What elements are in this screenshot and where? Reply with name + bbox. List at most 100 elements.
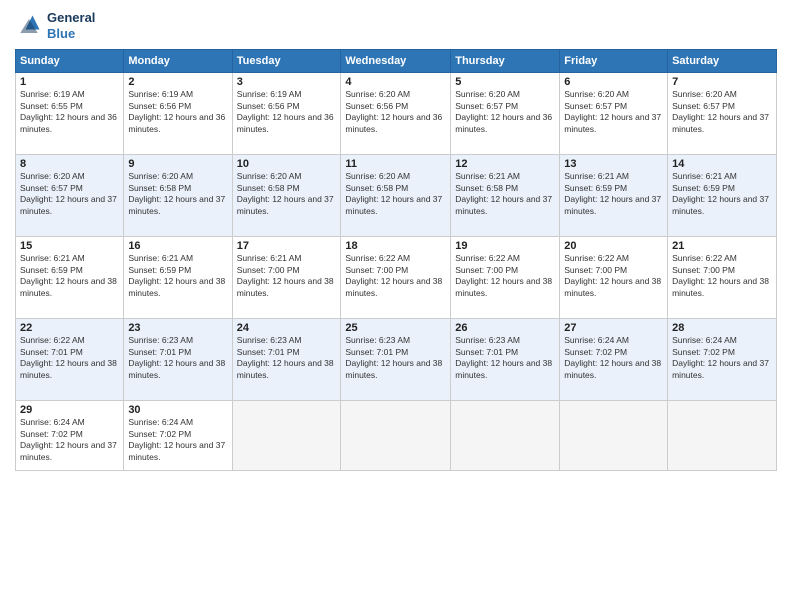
calendar-cell: 22 Sunrise: 6:22 AMSunset: 7:01 PMDaylig… (16, 319, 124, 401)
day-info: Sunrise: 6:20 AMSunset: 6:57 PMDaylight:… (564, 89, 663, 135)
logo: General Blue (15, 10, 95, 41)
calendar-cell: 15 Sunrise: 6:21 AMSunset: 6:59 PMDaylig… (16, 237, 124, 319)
day-number: 4 (345, 76, 446, 88)
day-info: Sunrise: 6:23 AMSunset: 7:01 PMDaylight:… (128, 335, 227, 381)
logo-text: General Blue (47, 10, 95, 41)
day-number: 27 (564, 322, 663, 334)
calendar: SundayMondayTuesdayWednesdayThursdayFrid… (15, 49, 777, 471)
day-info: Sunrise: 6:21 AMSunset: 6:58 PMDaylight:… (455, 171, 555, 217)
day-number: 28 (672, 322, 772, 334)
day-info: Sunrise: 6:20 AMSunset: 6:57 PMDaylight:… (455, 89, 555, 135)
day-number: 22 (20, 322, 119, 334)
calendar-cell: 16 Sunrise: 6:21 AMSunset: 6:59 PMDaylig… (124, 237, 232, 319)
calendar-cell (451, 401, 560, 471)
day-number: 21 (672, 240, 772, 252)
calendar-cell: 11 Sunrise: 6:20 AMSunset: 6:58 PMDaylig… (341, 155, 451, 237)
day-number: 6 (564, 76, 663, 88)
day-number: 1 (20, 76, 119, 88)
calendar-cell: 6 Sunrise: 6:20 AMSunset: 6:57 PMDayligh… (560, 73, 668, 155)
day-number: 2 (128, 76, 227, 88)
calendar-cell: 4 Sunrise: 6:20 AMSunset: 6:56 PMDayligh… (341, 73, 451, 155)
calendar-week-row: 22 Sunrise: 6:22 AMSunset: 7:01 PMDaylig… (16, 319, 777, 401)
day-number: 20 (564, 240, 663, 252)
calendar-week-row: 15 Sunrise: 6:21 AMSunset: 6:59 PMDaylig… (16, 237, 777, 319)
calendar-cell: 23 Sunrise: 6:23 AMSunset: 7:01 PMDaylig… (124, 319, 232, 401)
calendar-cell: 28 Sunrise: 6:24 AMSunset: 7:02 PMDaylig… (668, 319, 777, 401)
day-header: Monday (124, 50, 232, 73)
day-header: Wednesday (341, 50, 451, 73)
day-info: Sunrise: 6:21 AMSunset: 7:00 PMDaylight:… (237, 253, 337, 299)
day-info: Sunrise: 6:21 AMSunset: 6:59 PMDaylight:… (20, 253, 119, 299)
page: General Blue SundayMondayTuesdayWednesda… (0, 0, 792, 612)
day-info: Sunrise: 6:22 AMSunset: 7:00 PMDaylight:… (564, 253, 663, 299)
day-info: Sunrise: 6:24 AMSunset: 7:02 PMDaylight:… (128, 417, 227, 463)
calendar-cell: 20 Sunrise: 6:22 AMSunset: 7:00 PMDaylig… (560, 237, 668, 319)
day-info: Sunrise: 6:20 AMSunset: 6:58 PMDaylight:… (345, 171, 446, 217)
day-number: 14 (672, 158, 772, 170)
calendar-cell: 19 Sunrise: 6:22 AMSunset: 7:00 PMDaylig… (451, 237, 560, 319)
day-info: Sunrise: 6:20 AMSunset: 6:56 PMDaylight:… (345, 89, 446, 135)
day-header: Saturday (668, 50, 777, 73)
day-number: 16 (128, 240, 227, 252)
calendar-cell: 21 Sunrise: 6:22 AMSunset: 7:00 PMDaylig… (668, 237, 777, 319)
day-number: 8 (20, 158, 119, 170)
day-info: Sunrise: 6:19 AMSunset: 6:56 PMDaylight:… (128, 89, 227, 135)
calendar-cell: 2 Sunrise: 6:19 AMSunset: 6:56 PMDayligh… (124, 73, 232, 155)
day-number: 9 (128, 158, 227, 170)
day-info: Sunrise: 6:20 AMSunset: 6:57 PMDaylight:… (20, 171, 119, 217)
calendar-cell: 25 Sunrise: 6:23 AMSunset: 7:01 PMDaylig… (341, 319, 451, 401)
day-info: Sunrise: 6:23 AMSunset: 7:01 PMDaylight:… (345, 335, 446, 381)
calendar-cell (232, 401, 341, 471)
day-number: 10 (237, 158, 337, 170)
day-info: Sunrise: 6:22 AMSunset: 7:00 PMDaylight:… (455, 253, 555, 299)
day-number: 29 (20, 404, 119, 416)
calendar-cell: 12 Sunrise: 6:21 AMSunset: 6:58 PMDaylig… (451, 155, 560, 237)
day-number: 26 (455, 322, 555, 334)
day-number: 19 (455, 240, 555, 252)
calendar-cell: 10 Sunrise: 6:20 AMSunset: 6:58 PMDaylig… (232, 155, 341, 237)
calendar-cell: 9 Sunrise: 6:20 AMSunset: 6:58 PMDayligh… (124, 155, 232, 237)
day-number: 3 (237, 76, 337, 88)
day-header: Sunday (16, 50, 124, 73)
day-info: Sunrise: 6:19 AMSunset: 6:55 PMDaylight:… (20, 89, 119, 135)
day-number: 30 (128, 404, 227, 416)
calendar-cell: 26 Sunrise: 6:23 AMSunset: 7:01 PMDaylig… (451, 319, 560, 401)
calendar-week-row: 8 Sunrise: 6:20 AMSunset: 6:57 PMDayligh… (16, 155, 777, 237)
calendar-cell (668, 401, 777, 471)
calendar-cell: 3 Sunrise: 6:19 AMSunset: 6:56 PMDayligh… (232, 73, 341, 155)
day-info: Sunrise: 6:20 AMSunset: 6:58 PMDaylight:… (237, 171, 337, 217)
day-info: Sunrise: 6:21 AMSunset: 6:59 PMDaylight:… (672, 171, 772, 217)
day-header: Thursday (451, 50, 560, 73)
day-info: Sunrise: 6:23 AMSunset: 7:01 PMDaylight:… (237, 335, 337, 381)
day-number: 7 (672, 76, 772, 88)
calendar-cell: 8 Sunrise: 6:20 AMSunset: 6:57 PMDayligh… (16, 155, 124, 237)
calendar-week-row: 29 Sunrise: 6:24 AMSunset: 7:02 PMDaylig… (16, 401, 777, 471)
calendar-cell: 13 Sunrise: 6:21 AMSunset: 6:59 PMDaylig… (560, 155, 668, 237)
day-info: Sunrise: 6:22 AMSunset: 7:00 PMDaylight:… (345, 253, 446, 299)
calendar-cell: 5 Sunrise: 6:20 AMSunset: 6:57 PMDayligh… (451, 73, 560, 155)
calendar-cell: 7 Sunrise: 6:20 AMSunset: 6:57 PMDayligh… (668, 73, 777, 155)
day-number: 24 (237, 322, 337, 334)
calendar-cell: 27 Sunrise: 6:24 AMSunset: 7:02 PMDaylig… (560, 319, 668, 401)
day-info: Sunrise: 6:23 AMSunset: 7:01 PMDaylight:… (455, 335, 555, 381)
day-info: Sunrise: 6:24 AMSunset: 7:02 PMDaylight:… (20, 417, 119, 463)
day-header: Tuesday (232, 50, 341, 73)
day-info: Sunrise: 6:22 AMSunset: 7:00 PMDaylight:… (672, 253, 772, 299)
day-info: Sunrise: 6:22 AMSunset: 7:01 PMDaylight:… (20, 335, 119, 381)
day-info: Sunrise: 6:20 AMSunset: 6:57 PMDaylight:… (672, 89, 772, 135)
logo-icon (15, 12, 43, 40)
calendar-cell (341, 401, 451, 471)
calendar-cell: 24 Sunrise: 6:23 AMSunset: 7:01 PMDaylig… (232, 319, 341, 401)
day-info: Sunrise: 6:24 AMSunset: 7:02 PMDaylight:… (564, 335, 663, 381)
calendar-cell: 1 Sunrise: 6:19 AMSunset: 6:55 PMDayligh… (16, 73, 124, 155)
calendar-week-row: 1 Sunrise: 6:19 AMSunset: 6:55 PMDayligh… (16, 73, 777, 155)
day-header: Friday (560, 50, 668, 73)
calendar-cell: 17 Sunrise: 6:21 AMSunset: 7:00 PMDaylig… (232, 237, 341, 319)
calendar-header-row: SundayMondayTuesdayWednesdayThursdayFrid… (16, 50, 777, 73)
day-number: 23 (128, 322, 227, 334)
day-info: Sunrise: 6:21 AMSunset: 6:59 PMDaylight:… (128, 253, 227, 299)
day-info: Sunrise: 6:21 AMSunset: 6:59 PMDaylight:… (564, 171, 663, 217)
calendar-cell: 18 Sunrise: 6:22 AMSunset: 7:00 PMDaylig… (341, 237, 451, 319)
day-number: 25 (345, 322, 446, 334)
day-number: 13 (564, 158, 663, 170)
